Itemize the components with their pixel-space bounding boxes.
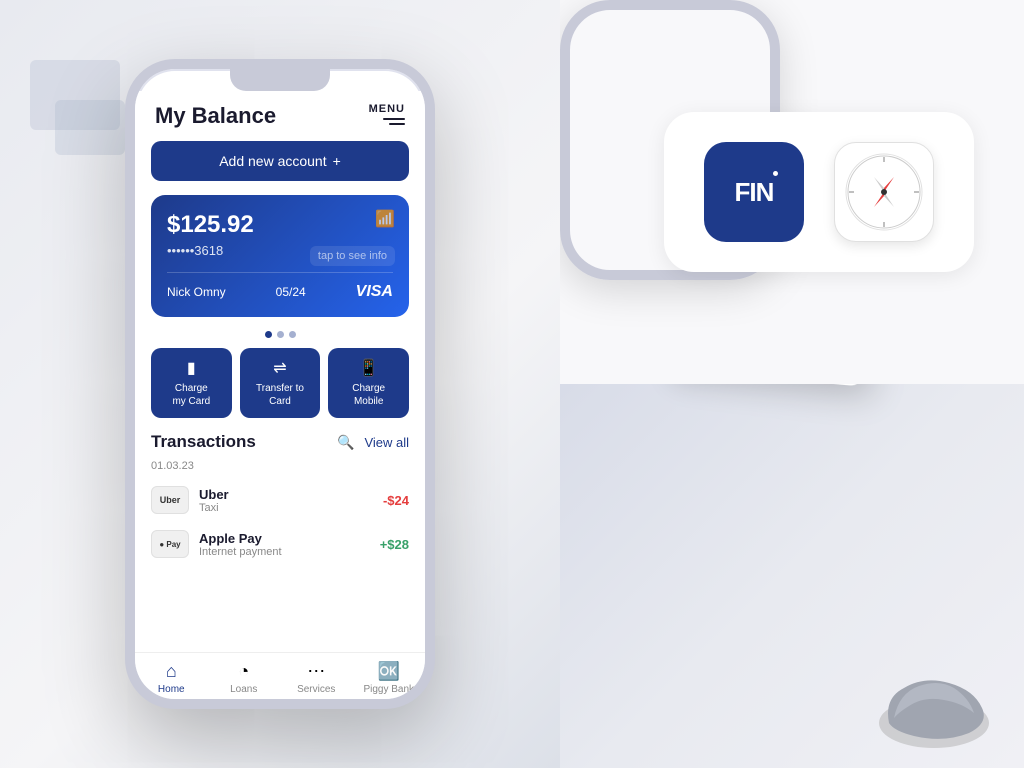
fin-logo-text: FIN [735, 177, 774, 208]
nav-loans[interactable]: ◔ Loans [208, 661, 281, 695]
tx-uber-name: Uber [199, 487, 373, 502]
add-account-button[interactable]: Add new account + [151, 141, 409, 181]
add-account-label: Add new account [219, 153, 326, 169]
add-account-icon: + [333, 153, 341, 169]
transfer-label: Transfer toCard [256, 382, 304, 408]
tx-uber-amount: -$24 [383, 493, 409, 508]
deco-rect-2 [55, 100, 125, 155]
dot-3[interactable] [289, 331, 296, 338]
charge-card-label: Chargemy Card [172, 382, 210, 408]
bottom-navigation: ⌂ Home ◔ Loans ⋯ Services 🆗 Piggy Bank [135, 652, 425, 699]
fin-app-icon[interactable]: FIN [704, 142, 804, 242]
phone-header: My Balance MENU [135, 91, 425, 135]
mobile-icon: 📱 [359, 358, 379, 378]
phone-notch [230, 69, 330, 91]
view-all-button[interactable]: View all [364, 435, 409, 450]
transaction-date: 01.03.23 [135, 458, 425, 478]
home-icon: ⌂ [166, 661, 177, 682]
nav-piggybank[interactable]: 🆗 Piggy Bank [353, 661, 426, 695]
action-buttons: ▮ Chargemy Card ⇌ Transfer toCard 📱 Char… [151, 348, 409, 418]
search-transactions-button[interactable]: 🔍 [337, 434, 354, 451]
nav-home-label: Home [158, 684, 185, 695]
transfer-to-card-button[interactable]: ⇌ Transfer toCard [240, 348, 321, 418]
safari-app-icon[interactable] [834, 142, 934, 242]
tap-to-see-label[interactable]: tap to see info [310, 246, 395, 266]
bottom-right-section: Finanta Financial App FINANTA Finanta An… [560, 384, 1024, 768]
safari-svg [844, 152, 924, 232]
card-brand: VISA [356, 283, 393, 301]
card-owner: Nick Omny [167, 285, 226, 299]
app-icons-container: FIN [664, 112, 974, 272]
charge-card-button[interactable]: ▮ Chargemy Card [151, 348, 232, 418]
card-pagination-dots [135, 331, 425, 338]
transactions-header: Transactions 🔍 View all [135, 428, 425, 458]
tx-applepay-type: Internet payment [199, 546, 370, 558]
piggybank-icon: 🆗 [378, 661, 400, 682]
transaction-uber: Uber Uber Taxi -$24 [135, 478, 425, 522]
nav-services-label: Services [297, 684, 335, 695]
transaction-applepay: ● Pay Apple Pay Internet payment +$28 [135, 522, 425, 566]
loans-icon: ◔ [238, 661, 249, 682]
tx-applepay-info: Apple Pay Internet payment [199, 531, 370, 558]
transactions-controls: 🔍 View all [337, 434, 409, 451]
menu-lines [369, 118, 405, 125]
transactions-title: Transactions [151, 432, 256, 452]
wifi-icon: 📶 [375, 209, 395, 229]
tx-applepay-amount: +$28 [380, 537, 409, 552]
tx-applepay-name: Apple Pay [199, 531, 370, 546]
tx-uber-type: Taxi [199, 502, 373, 514]
nav-loans-label: Loans [230, 684, 257, 695]
card-balance: $125.92 [167, 211, 393, 239]
transfer-icon: ⇌ [273, 358, 286, 378]
nav-home[interactable]: ⌂ Home [135, 661, 208, 695]
services-icon: ⋯ [307, 661, 325, 682]
dot-1[interactable] [265, 331, 272, 338]
card-expiry: 05/24 [276, 285, 306, 299]
charge-card-icon: ▮ [187, 358, 196, 378]
rock-decoration [874, 668, 994, 748]
applepay-logo: ● Pay [151, 530, 189, 558]
nav-services[interactable]: ⋯ Services [280, 661, 353, 695]
top-right-section: FIN [560, 0, 1024, 384]
phone-screen: My Balance MENU Add new account + 📶 $125… [135, 91, 425, 699]
left-panel: My Balance MENU Add new account + 📶 $125… [0, 0, 560, 768]
menu-button[interactable]: MENU [369, 103, 405, 125]
dot-2[interactable] [277, 331, 284, 338]
phone-mockup: My Balance MENU Add new account + 📶 $125… [125, 59, 435, 709]
page-title: My Balance [155, 103, 276, 129]
uber-logo: Uber [151, 486, 189, 514]
report-book: Finanta Financial App FINANTA Finanta An… [664, 384, 863, 387]
charge-mobile-button[interactable]: 📱 ChargeMobile [328, 348, 409, 418]
charge-mobile-label: ChargeMobile [352, 382, 385, 408]
balance-card[interactable]: 📶 $125.92 ••••••3618 tap to see info Nic… [151, 195, 409, 317]
nav-piggybank-label: Piggy Bank [363, 684, 414, 695]
card-footer: Nick Omny 05/24 VISA [167, 272, 393, 301]
right-panel: FIN [560, 0, 1024, 768]
tx-uber-info: Uber Taxi [199, 487, 373, 514]
